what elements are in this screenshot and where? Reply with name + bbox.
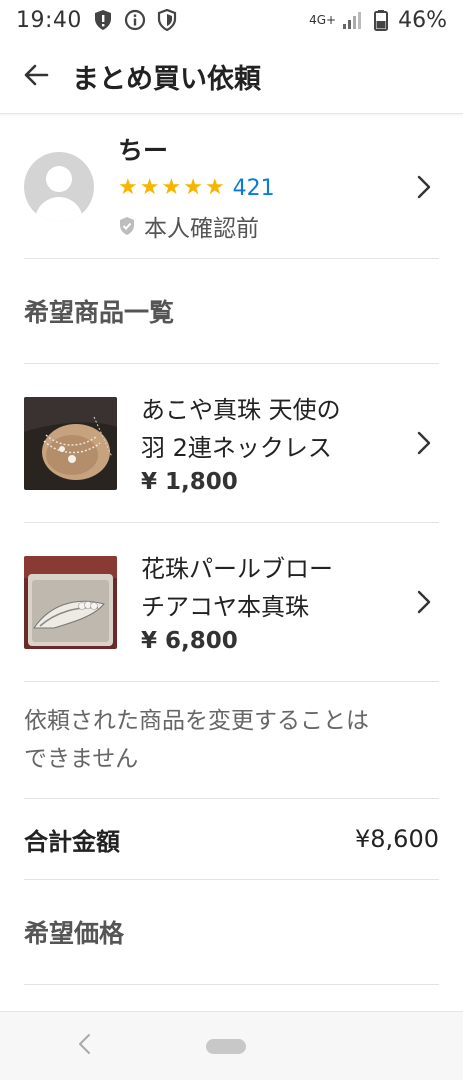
battery-icon xyxy=(370,9,392,31)
total-row: 合計金額 ¥8,600 xyxy=(24,799,439,879)
product-info: あこや真珠 天使の 羽 2連ネックレス ¥ 1,800 xyxy=(141,391,409,495)
product-name: あこや真珠 天使の 羽 2連ネックレス xyxy=(141,391,409,467)
chevron-right-icon[interactable] xyxy=(409,582,439,622)
verification-status: 本人確認前 xyxy=(118,209,409,243)
section-title-desired-price: 希望価格 xyxy=(24,919,125,948)
product-item[interactable]: あこや真珠 天使の 羽 2連ネックレス ¥ 1,800 xyxy=(24,364,439,522)
status-bar-right: 4G+ 46% xyxy=(309,8,447,33)
section-title-products: 希望商品一覧 xyxy=(24,298,175,327)
shield-icon xyxy=(156,9,178,31)
star-icon: ★ xyxy=(139,175,160,200)
verified-shield-icon xyxy=(118,216,136,236)
star-icon: ★ xyxy=(118,175,138,200)
product-name-line: 花珠パールブロー xyxy=(141,555,333,583)
product-price: ¥ 6,800 xyxy=(141,628,238,654)
product-name: 花珠パールブロー チアコヤ本真珠 xyxy=(141,550,409,626)
rating-count[interactable]: 421 xyxy=(233,176,275,201)
total-label: 合計金額 xyxy=(24,827,120,856)
total-value: ¥8,600 xyxy=(355,825,439,853)
chevron-right-icon[interactable] xyxy=(409,167,439,207)
desired-price-row xyxy=(24,985,439,1011)
product-thumbnail xyxy=(24,555,117,649)
star-icon: ★ xyxy=(204,175,225,200)
star-icon: ★ xyxy=(183,175,203,200)
rating-row: ★ ★ ★ ★ ★ 421 xyxy=(118,175,409,201)
signal-icon xyxy=(342,9,364,31)
nav-home-pill[interactable] xyxy=(206,1039,246,1054)
product-price: ¥ 1,800 xyxy=(141,469,238,495)
chevron-left-icon xyxy=(77,1033,91,1059)
product-name-line: あこや真珠 天使の xyxy=(141,396,341,424)
network-label: 4G+ xyxy=(309,13,337,27)
notice-line: できません xyxy=(24,746,139,772)
notice-text: 依頼された商品を変更することは できません xyxy=(24,682,439,798)
product-name-line: チアコヤ本真珠 xyxy=(141,593,309,621)
battery-percent: 46% xyxy=(398,7,447,33)
page-title: まとめ買い依頼 xyxy=(72,64,261,95)
product-thumbnail xyxy=(24,396,117,490)
product-info: 花珠パールブロー チアコヤ本真珠 ¥ 6,800 xyxy=(141,550,409,654)
avatar xyxy=(24,152,94,222)
status-bar: 19:40 4G+ 46% xyxy=(0,0,463,40)
user-name: ちー xyxy=(118,136,169,165)
user-info: ちー ★ ★ ★ ★ ★ 421 本人確認前 xyxy=(118,131,409,243)
product-item[interactable]: 花珠パールブロー チアコヤ本真珠 ¥ 6,800 xyxy=(24,523,439,681)
chevron-right-icon[interactable] xyxy=(409,423,439,463)
app-bar: まとめ買い依頼 xyxy=(0,40,463,114)
status-bar-left: 19:40 xyxy=(16,8,178,33)
back-button[interactable] xyxy=(0,40,72,114)
verification-text: 本人確認前 xyxy=(144,216,259,242)
product-name-line: 羽 2連ネックレス xyxy=(141,434,332,462)
notice-line: 依頼された商品を変更することは xyxy=(24,708,369,734)
system-nav-bar xyxy=(0,1011,463,1080)
nav-back-button[interactable] xyxy=(70,1032,98,1060)
content-scroll[interactable]: ちー ★ ★ ★ ★ ★ 421 本人確認前 希望商品一覧 あこや真珠 天使の … xyxy=(0,116,463,1011)
user-profile-row[interactable]: ちー ★ ★ ★ ★ ★ 421 本人確認前 xyxy=(24,116,439,258)
star-icon: ★ xyxy=(161,175,182,200)
arrow-left-icon xyxy=(23,63,49,91)
info-circle-icon xyxy=(124,9,146,31)
alert-shield-icon xyxy=(92,9,114,31)
status-time: 19:40 xyxy=(16,7,82,33)
